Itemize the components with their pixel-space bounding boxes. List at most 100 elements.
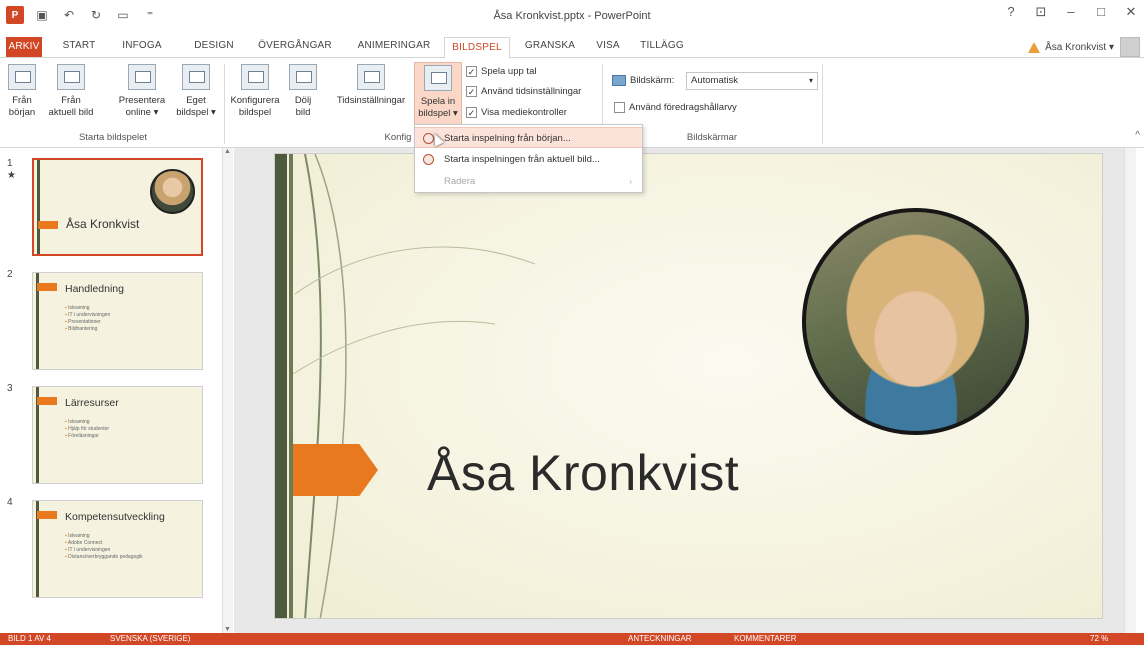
rehearse-timings-button[interactable]: Tidsinställningar — [328, 64, 414, 126]
presenter-view-checkbox[interactable]: Använd föredragshållarvy — [614, 102, 737, 113]
monitor-label-text: Bildskärm: — [630, 75, 675, 86]
scroll-up-icon[interactable]: ▲ — [224, 148, 231, 155]
user-name: Åsa Kronkvist ▾ — [1045, 42, 1114, 53]
monitor-icon — [612, 75, 626, 86]
slide-count: BILD 1 AV 4 — [8, 634, 51, 643]
close-icon[interactable]: ✕ — [1124, 4, 1138, 20]
slide-thumbnail-4[interactable]: Kompetensutveckling Isleaming Adobe Conn… — [32, 500, 203, 598]
user-account[interactable]: Åsa Kronkvist ▾ — [1028, 42, 1114, 53]
tab-tillagg[interactable]: TILLÄGG — [636, 38, 688, 58]
tab-animeringar[interactable]: ANIMERINGAR — [352, 38, 436, 58]
maximize-icon[interactable]: □ — [1094, 4, 1108, 20]
ribbon-display-icon[interactable]: ⊡ — [1034, 4, 1048, 20]
notes-button[interactable]: ANTECKNINGAR — [628, 633, 692, 645]
slide-scrollbar[interactable] — [1124, 148, 1136, 633]
thumb-arrow-shape — [37, 283, 57, 291]
record-icon — [424, 65, 452, 91]
present-online-button[interactable]: Presentera online ▾ — [112, 64, 172, 126]
tab-start[interactable]: START — [58, 38, 100, 58]
timings-icon — [357, 64, 385, 90]
media-controls-label: Visa mediekontroller — [481, 107, 567, 118]
status-bar: BILD 1 AV 4 SVENSKA (SVERIGE) ANTECKNING… — [0, 633, 1144, 645]
monitor-select-value: Automatisk — [691, 75, 738, 86]
scroll-down-icon[interactable]: ▼ — [224, 626, 231, 633]
timings-label: Tidsinställningar — [336, 95, 406, 106]
tab-arkiv[interactable]: ARKIV — [6, 37, 42, 57]
thumb-bullets: Isleaming Hjälp för studenter Föreläsnin… — [65, 419, 109, 440]
minimize-icon[interactable]: – — [1064, 4, 1078, 20]
record-from-current-item[interactable]: Starta inspelningen från aktuell bild... — [415, 149, 642, 170]
custom-show-label: Eget bildspel ▾ — [176, 95, 216, 118]
checkbox-empty-icon — [614, 102, 625, 113]
hide-slide-icon — [289, 64, 317, 90]
slide-number: 2 — [7, 269, 13, 280]
configure-slideshow-button[interactable]: Konfigurera bildspel — [226, 64, 284, 126]
group-separator — [224, 64, 225, 144]
portrait-photo[interactable] — [802, 208, 1029, 435]
slide-thumbnail-2[interactable]: Handledning Isleaming IT i undervisninge… — [32, 272, 203, 370]
tab-design[interactable]: DESIGN — [190, 38, 238, 58]
presenter-view-label: Använd föredragshållarvy — [629, 102, 737, 113]
configure-label: Konfigurera bildspel — [230, 95, 280, 118]
slide-number: 1 — [7, 158, 13, 169]
ribbon-tabs: ARKIV START INFOGA DESIGN ÖVERGÅNGAR ANI… — [0, 34, 1144, 59]
thumb-title: Lärresurser — [65, 397, 119, 409]
current-slide[interactable]: Åsa Kronkvist — [274, 153, 1103, 619]
custom-show-button[interactable]: Eget bildspel ▾ — [172, 64, 220, 126]
undo-icon[interactable]: ↶ — [60, 6, 78, 24]
play-narrations-checkbox[interactable]: ✓ Spela upp tal — [466, 66, 536, 77]
thumb-bullet: Isleaming — [65, 305, 110, 312]
slide-left-bar-secondary — [289, 154, 293, 618]
play-narrations-label: Spela upp tal — [481, 66, 537, 77]
media-controls-checkbox[interactable]: ✓ Visa mediekontroller — [466, 107, 567, 118]
thumb-bullet: Isleaming — [65, 419, 109, 426]
record-slideshow-button[interactable]: Spela in bildspel ▾ — [414, 62, 462, 126]
record-label: Spela in bildspel ▾ — [418, 96, 458, 119]
thumb-arrow-shape — [37, 511, 57, 519]
slide-thumbnail-3[interactable]: Lärresurser Isleaming Hjälp för studente… — [32, 386, 203, 484]
from-start-button[interactable]: Från början — [4, 64, 40, 126]
comments-button[interactable]: KOMMENTARER — [734, 633, 797, 645]
record-from-start-item[interactable]: Starta inspelning från början... — [415, 127, 642, 148]
customize-icon[interactable]: ⁼ — [141, 6, 159, 24]
redo-icon[interactable]: ↻ — [87, 6, 105, 24]
tab-visa[interactable]: VISA — [590, 38, 626, 58]
tab-bildspel[interactable]: BILDSPEL — [444, 37, 510, 59]
from-start-label: Från början — [8, 95, 36, 118]
hide-slide-button[interactable]: Dölj bild — [286, 64, 320, 126]
title-bar: P ▣ ↶ ↻ ▭ ⁼ Åsa Kronkvist.pptx - PowerPo… — [0, 0, 1144, 34]
clear-label: Radera — [444, 176, 476, 187]
checkmark-icon: ✓ — [466, 107, 477, 118]
collapse-ribbon-icon[interactable]: ^ — [1135, 130, 1140, 141]
warning-icon — [1028, 42, 1041, 53]
window-title: Åsa Kronkvist.pptx - PowerPoint — [493, 10, 651, 22]
monitor-label: Bildskärm: — [612, 75, 674, 86]
thumbnail-scrollbar[interactable]: ▲ ▼ — [222, 148, 233, 633]
present-icon[interactable]: ▭ — [114, 6, 132, 24]
thumb-arrow-shape — [38, 221, 58, 229]
from-current-button[interactable]: Från aktuell bild — [42, 64, 100, 126]
hide-slide-label: Dölj bild — [294, 95, 312, 118]
tab-granska[interactable]: GRANSKA — [522, 38, 578, 58]
present-online-icon — [128, 64, 156, 90]
avatar[interactable] — [1120, 37, 1140, 57]
zoom-level[interactable]: 72 % — [1090, 633, 1108, 645]
use-timings-checkbox[interactable]: ✓ Använd tidsinställningar — [466, 86, 581, 97]
thumb-title: Kompetensutveckling — [65, 511, 165, 523]
thumb-bullet: Föreläsningar — [65, 433, 109, 440]
thumb-bullet: Distansöverbryggande pedagogik — [65, 554, 143, 561]
tab-infoga[interactable]: INFOGA — [118, 38, 166, 58]
slide-number: 3 — [7, 383, 13, 394]
slide-thumbnail-1[interactable]: Åsa Kronkvist — [32, 158, 203, 256]
tab-overgangar[interactable]: ÖVERGÅNGAR — [252, 38, 338, 58]
help-icon[interactable]: ? — [1004, 4, 1018, 20]
monitor-select[interactable]: Automatisk ▾ — [686, 72, 818, 90]
window-controls: ? ⊡ – □ ✕ — [1004, 4, 1138, 20]
chevron-down-icon: ▾ — [808, 76, 813, 85]
language-status[interactable]: SVENSKA (SVERIGE) — [110, 633, 190, 645]
thumb-bullet: Presentationer — [65, 319, 110, 326]
save-icon[interactable]: ▣ — [33, 6, 51, 24]
slide-title[interactable]: Åsa Kronkvist — [427, 444, 739, 502]
thumb-bullets: Isleaming Adobe Connect IT i undervisnin… — [65, 533, 143, 561]
present-online-label: Presentera online ▾ — [118, 95, 166, 118]
